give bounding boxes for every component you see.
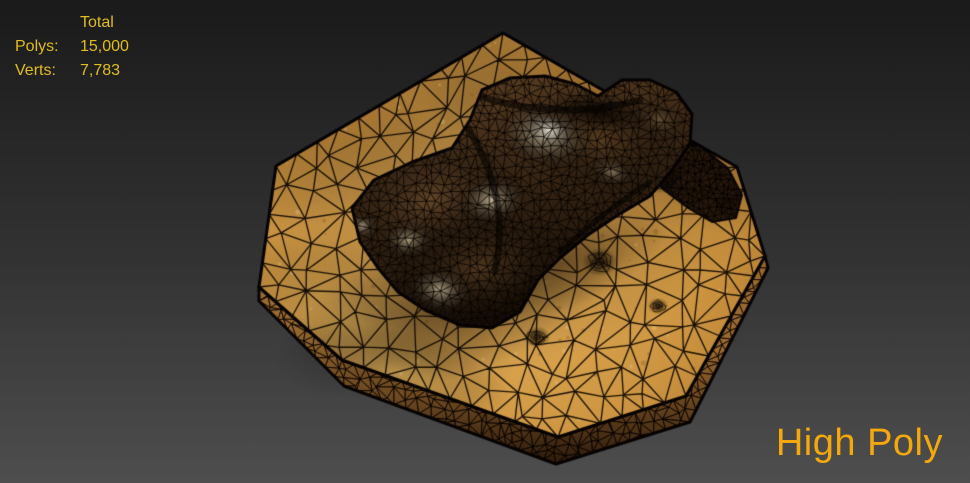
stats-header: Total (80, 14, 114, 31)
polys-label: Polys: (15, 38, 59, 55)
high-poly-caption: High Poly (775, 422, 943, 464)
verts-label: Verts: (15, 62, 56, 79)
polys-value: 15,000 (80, 38, 129, 55)
verts-value: 7,783 (80, 62, 121, 79)
stats-spacer (15, 14, 78, 32)
viewport-3d[interactable]: Total Polys: 15,000 Verts: 7,783 High Po… (0, 0, 970, 483)
wireframe-model-canvas[interactable] (0, 0, 970, 483)
poly-stats-grid: Total Polys: 15,000 Verts: 7,783 (15, 14, 129, 80)
poly-stats-overlay: Total Polys: 15,000 Verts: 7,783 (15, 14, 129, 80)
